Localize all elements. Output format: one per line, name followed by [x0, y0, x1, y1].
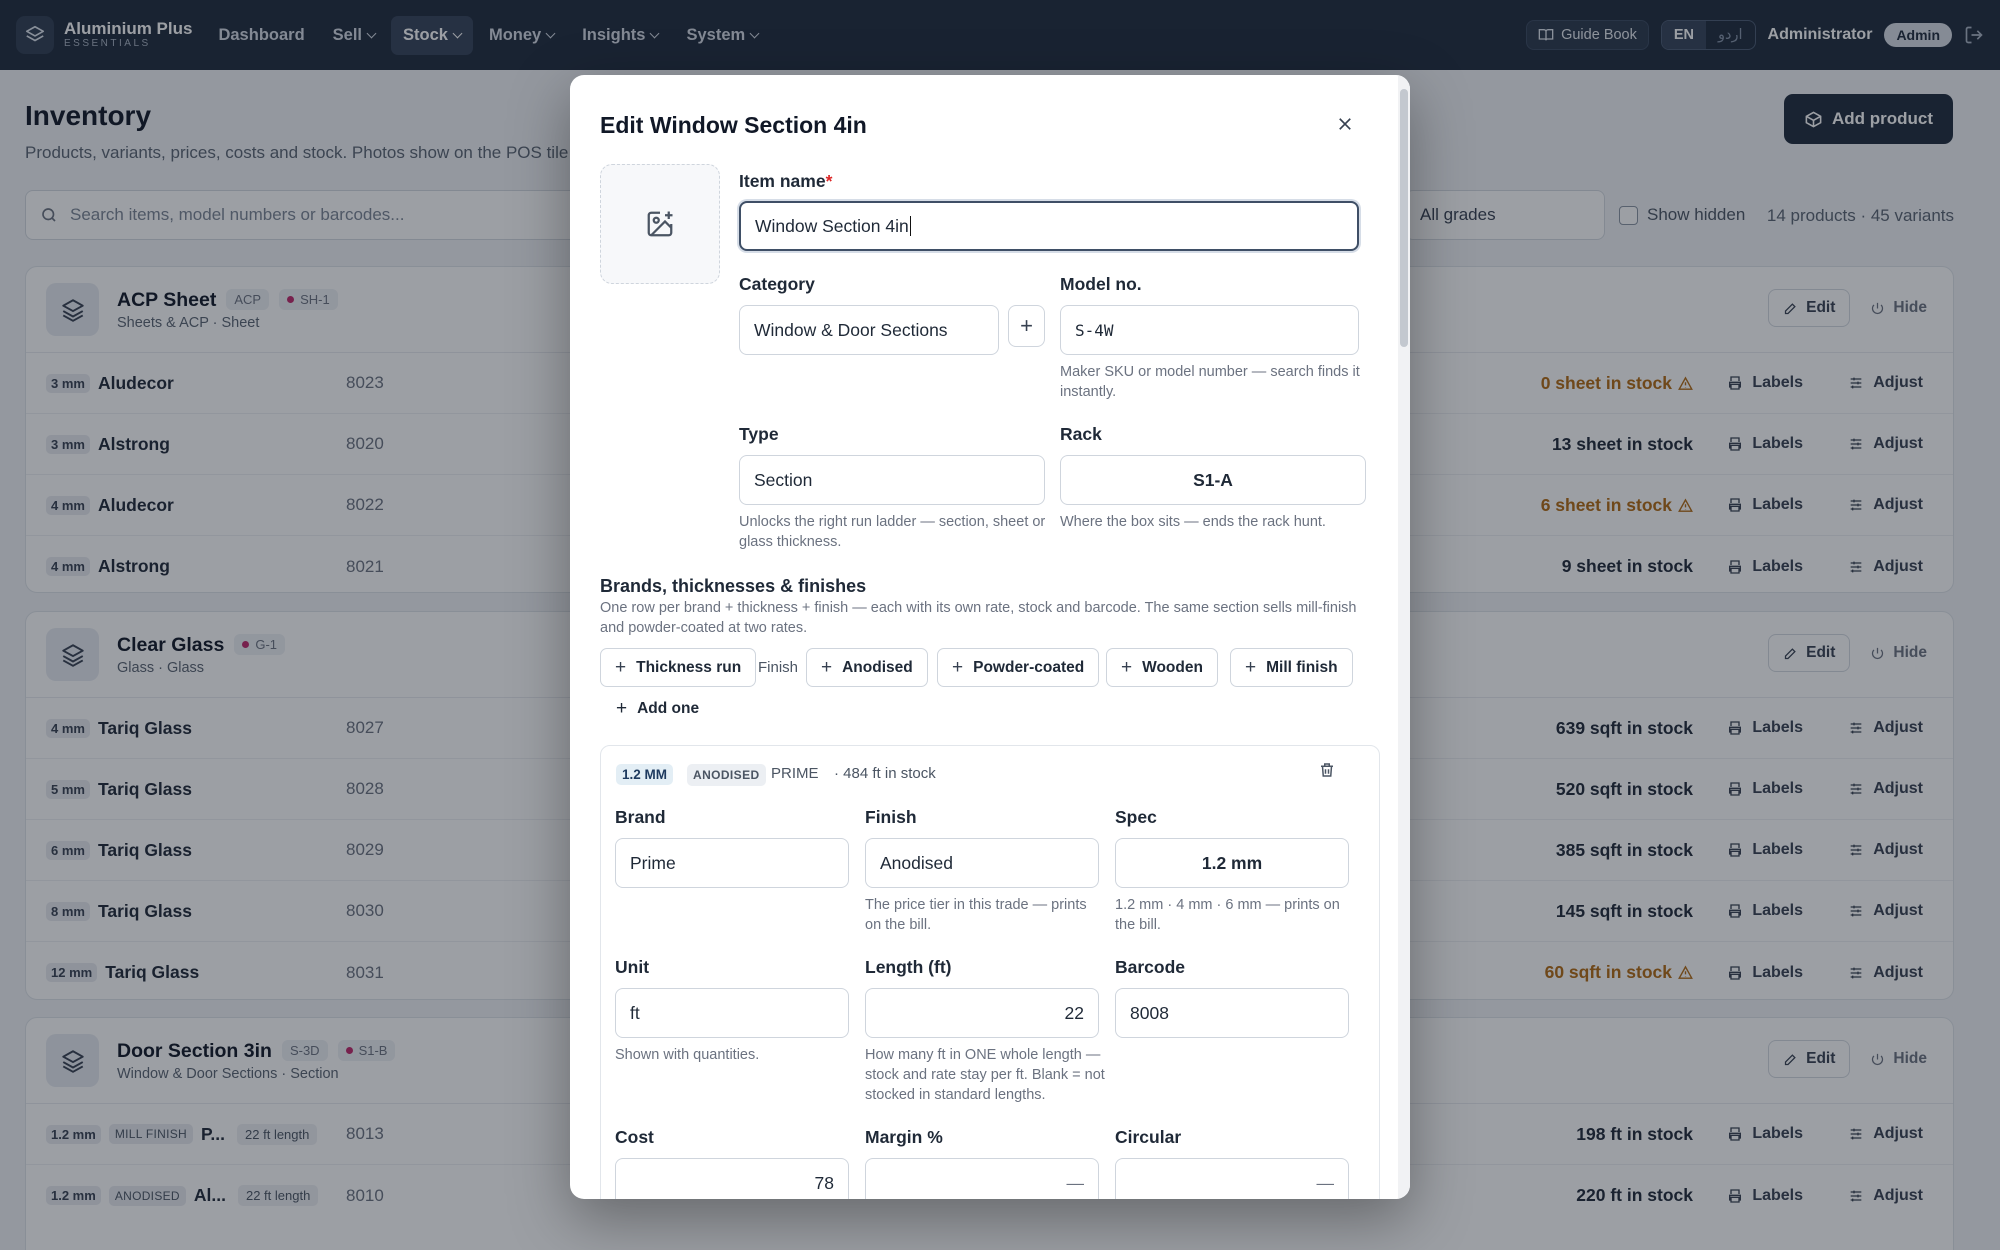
variant-stock: · 484 ft in stock: [834, 765, 936, 782]
barcode-value: 8008: [1130, 1002, 1169, 1023]
length-value: 22: [1064, 1002, 1084, 1023]
rack-label: Rack: [1060, 424, 1102, 444]
circular-label: Circular: [1115, 1127, 1182, 1147]
finish-option-label: Wooden: [1142, 658, 1203, 676]
modal-title: Edit Window Section 4in: [600, 112, 867, 138]
variant-finish-tag: ANODISED: [687, 764, 766, 786]
rack-value: S1-A: [1193, 469, 1233, 490]
cost-input[interactable]: 78: [615, 1158, 849, 1199]
plus-icon: +: [821, 656, 833, 678]
finish-option-label: Mill finish: [1266, 658, 1338, 676]
model-help: Maker SKU or model number — search finds…: [1060, 364, 1360, 400]
circular-input[interactable]: —: [1115, 1158, 1349, 1199]
plus-icon: +: [1121, 656, 1133, 678]
brand-input[interactable]: Prime: [615, 838, 849, 888]
margin-value: —: [1066, 1172, 1085, 1193]
text-cursor: [909, 216, 912, 236]
finish-input[interactable]: Anodised: [865, 838, 1099, 888]
item-name-label-text: Item name: [739, 171, 826, 191]
add-one-label: Add one: [637, 700, 700, 717]
add-category-button[interactable]: +: [1008, 305, 1045, 347]
barcode-label: Barcode: [1115, 957, 1186, 977]
plus-icon: +: [1245, 656, 1257, 678]
finish-value: Anodised: [880, 852, 953, 873]
close-icon: [1339, 118, 1351, 130]
category-select[interactable]: Window & Door Sections: [739, 305, 999, 355]
length-input[interactable]: 22: [865, 988, 1099, 1038]
margin-input[interactable]: —: [865, 1158, 1099, 1199]
photo-upload[interactable]: [600, 164, 720, 284]
variant-brand-tag: PRIME: [771, 765, 819, 782]
variant-editor: [600, 745, 1380, 1199]
model-input[interactable]: S-4W: [1060, 305, 1359, 355]
item-name-input[interactable]: Window Section 4in: [739, 201, 1359, 251]
spec-help: 1.2 mm · 4 mm · 6 mm — prints on the bil…: [1115, 897, 1340, 933]
spec-label: Spec: [1115, 807, 1157, 827]
plus-icon: +: [615, 656, 627, 678]
variants-section-help: One row per brand + thickness + finish —…: [600, 600, 1357, 636]
type-help: Unlocks the right run ladder — section, …: [739, 514, 1046, 550]
finish-option-label: Anodised: [842, 658, 913, 676]
variant-thickness-tag: 1.2 MM: [616, 764, 674, 785]
thickness-run-label: Thickness run: [636, 658, 742, 676]
cost-label: Cost: [615, 1127, 654, 1147]
item-name-value: Window Section 4in: [755, 215, 909, 236]
unit-input[interactable]: ft: [615, 988, 849, 1038]
category-value: Window & Door Sections: [754, 319, 948, 340]
plus-icon: +: [952, 656, 964, 678]
category-label: Category: [739, 274, 815, 294]
required-marker: *: [825, 171, 833, 191]
item-name-label: Item name*: [739, 171, 832, 192]
finish-wooden-button[interactable]: + Wooden: [1106, 648, 1218, 687]
add-one-button[interactable]: + Add one: [616, 698, 699, 720]
finish-powder-coated-button[interactable]: + Powder-coated: [937, 648, 1100, 687]
modal-scroll-thumb[interactable]: [1400, 89, 1408, 347]
brand-label: Brand: [615, 807, 666, 827]
type-label: Type: [739, 424, 779, 444]
brand-value: Prime: [630, 852, 676, 873]
cost-value: 78: [814, 1172, 834, 1193]
rack-help: Where the box sits — ends the rack hunt.: [1060, 514, 1326, 530]
finish-label: Finish: [865, 807, 917, 827]
model-value: S-4W: [1075, 320, 1114, 340]
finish-mill-finish-button[interactable]: + Mill finish: [1230, 648, 1353, 687]
trash-icon: [1321, 763, 1333, 777]
type-value: Section: [754, 469, 813, 490]
edit-product-modal: Edit Window Section 4in Item name* Windo…: [570, 75, 1410, 1199]
variants-section-title: Brands, thicknesses & finishes: [600, 576, 867, 596]
model-label: Model no.: [1060, 274, 1142, 294]
circular-value: —: [1316, 1172, 1335, 1193]
barcode-input[interactable]: 8008: [1115, 988, 1349, 1038]
modal-scrollbar[interactable]: [1398, 75, 1410, 1199]
spec-value: 1.2 mm: [1201, 852, 1263, 873]
finish-anodised-button[interactable]: + Anodised: [806, 648, 928, 687]
thickness-run-button[interactable]: + Thickness run: [600, 648, 757, 687]
type-select[interactable]: Section: [739, 455, 1045, 505]
finish-help: The price tier in this trade — prints on…: [865, 897, 1087, 933]
delete-variant-button[interactable]: [1318, 761, 1336, 784]
finish-option-label: Powder-coated: [973, 658, 1085, 676]
close-button[interactable]: [1330, 109, 1360, 139]
add-category-label: +: [1020, 313, 1033, 338]
length-help: How many ft in ONE whole length — stock …: [865, 1047, 1105, 1103]
add-image-icon: [647, 211, 673, 237]
length-label: Length (ft): [865, 957, 952, 977]
spec-input[interactable]: 1.2 mm: [1115, 838, 1349, 888]
margin-label: Margin %: [865, 1127, 943, 1147]
plus-icon: +: [616, 698, 628, 719]
rack-input[interactable]: S1-A: [1060, 455, 1366, 505]
unit-label: Unit: [615, 957, 650, 977]
unit-value: ft: [630, 1002, 640, 1023]
finish-chips-label: Finish: [758, 659, 799, 676]
unit-help: Shown with quantities.: [615, 1047, 760, 1063]
